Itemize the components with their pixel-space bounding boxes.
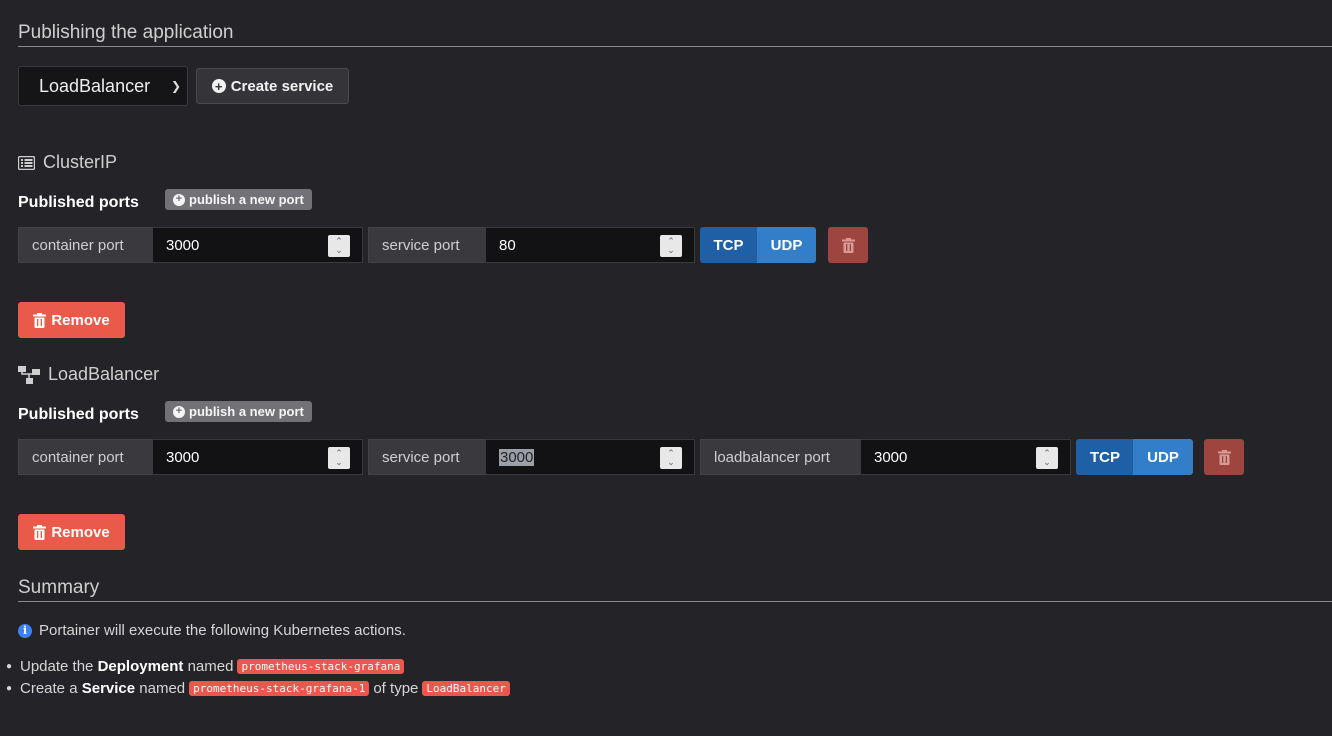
container-port-addon: container port bbox=[18, 227, 153, 263]
list-item: ● Update the Deployment named prometheus… bbox=[6, 658, 408, 675]
action-resource-type: LoadBalancer bbox=[422, 681, 510, 696]
tcp-toggle[interactable]: TCP bbox=[1076, 439, 1134, 475]
container-port-addon: container port bbox=[18, 439, 153, 475]
container-port-value: 3000 bbox=[166, 236, 200, 254]
plus-circle-icon: + bbox=[173, 193, 185, 206]
service-port-value: 80 bbox=[499, 236, 516, 254]
publish-new-port-label: publish a new port bbox=[189, 192, 304, 207]
service-port-addon: service port bbox=[368, 227, 486, 263]
number-spinner-icon[interactable]: ⌃ ⌄ bbox=[1036, 447, 1058, 469]
loadbalancer-port-input[interactable]: 3000 ⌃ ⌄ bbox=[860, 439, 1071, 475]
udp-toggle[interactable]: UDP bbox=[757, 227, 816, 263]
remove-label: Remove bbox=[51, 523, 110, 541]
trash-icon bbox=[1217, 449, 1231, 465]
action-verb: Create a bbox=[20, 680, 78, 697]
delete-port-button[interactable] bbox=[828, 227, 868, 263]
service-type-label: LoadBalancer bbox=[48, 364, 160, 384]
service-type-selected-value: LoadBalancer bbox=[39, 75, 151, 96]
chevron-down-icon: ❯ bbox=[170, 79, 181, 93]
number-spinner-icon[interactable]: ⌃ ⌄ bbox=[328, 447, 350, 469]
remove-service-button[interactable]: Remove bbox=[18, 302, 125, 338]
action-resource-name: prometheus-stack-grafana bbox=[237, 659, 405, 674]
remove-label: Remove bbox=[51, 311, 110, 329]
summary-info-text: Portainer will execute the following Kub… bbox=[39, 622, 406, 639]
list-item: ● Create a Service named prometheus-stac… bbox=[6, 680, 514, 697]
container-port-value: 3000 bbox=[166, 448, 200, 466]
action-named-text: named bbox=[139, 680, 186, 697]
bullet-icon: ● bbox=[6, 683, 13, 694]
info-circle-icon: i bbox=[18, 623, 32, 638]
create-service-button[interactable]: + Create service bbox=[196, 68, 349, 104]
udp-toggle[interactable]: UDP bbox=[1133, 439, 1193, 475]
create-service-label: Create service bbox=[230, 77, 334, 95]
service-heading-loadbalancer: LoadBalancer bbox=[18, 364, 159, 385]
bullet-icon: ● bbox=[6, 661, 13, 672]
action-named-text: named bbox=[187, 658, 234, 675]
published-ports-label: Published ports bbox=[18, 406, 139, 423]
publish-new-port-label: publish a new port bbox=[189, 404, 304, 419]
action-kind: Deployment bbox=[97, 658, 184, 675]
delete-port-button[interactable] bbox=[1204, 439, 1244, 475]
loadbalancer-port-addon: loadbalancer port bbox=[700, 439, 861, 475]
plus-circle-icon: + bbox=[173, 405, 185, 418]
section-divider bbox=[18, 601, 1332, 602]
action-of-type-text: of type bbox=[373, 680, 419, 697]
published-ports-label: Published ports bbox=[18, 194, 139, 211]
service-type-label: ClusterIP bbox=[43, 152, 118, 172]
section-title-summary: Summary bbox=[18, 577, 100, 598]
action-verb: Update the bbox=[20, 658, 94, 675]
service-port-value: 3000 bbox=[499, 448, 535, 466]
container-port-input[interactable]: 3000 ⌃ ⌄ bbox=[152, 439, 363, 475]
publish-new-port-button[interactable]: + publish a new port bbox=[165, 189, 312, 210]
section-divider bbox=[18, 46, 1332, 47]
loadbalancer-port-value: 3000 bbox=[874, 448, 908, 466]
trash-icon bbox=[841, 237, 855, 253]
action-kind: Service bbox=[81, 680, 136, 697]
service-port-input[interactable]: 3000 ⌃ ⌄ bbox=[485, 439, 695, 475]
sitemap-icon bbox=[18, 365, 40, 384]
number-spinner-icon[interactable]: ⌃ ⌄ bbox=[328, 235, 350, 257]
service-port-addon: service port bbox=[368, 439, 486, 475]
tcp-toggle[interactable]: TCP bbox=[700, 227, 757, 263]
service-heading-clusterip: ClusterIP bbox=[18, 152, 117, 173]
section-title-publishing: Publishing the application bbox=[18, 22, 234, 43]
number-spinner-icon[interactable]: ⌃ ⌄ bbox=[660, 447, 682, 469]
service-type-select[interactable]: LoadBalancer ❯ bbox=[18, 66, 188, 106]
list-icon bbox=[18, 155, 35, 170]
summary-info: i Portainer will execute the following K… bbox=[18, 622, 406, 639]
publish-new-port-button[interactable]: + publish a new port bbox=[165, 401, 312, 422]
plus-circle-icon: + bbox=[211, 79, 226, 93]
service-port-input[interactable]: 80 ⌃ ⌄ bbox=[485, 227, 695, 263]
action-resource-name: prometheus-stack-grafana-1 bbox=[189, 681, 370, 696]
container-port-input[interactable]: 3000 ⌃ ⌄ bbox=[152, 227, 363, 263]
trash-icon bbox=[33, 312, 47, 328]
number-spinner-icon[interactable]: ⌃ ⌄ bbox=[660, 235, 682, 257]
trash-icon bbox=[33, 524, 47, 540]
remove-service-button[interactable]: Remove bbox=[18, 514, 125, 550]
